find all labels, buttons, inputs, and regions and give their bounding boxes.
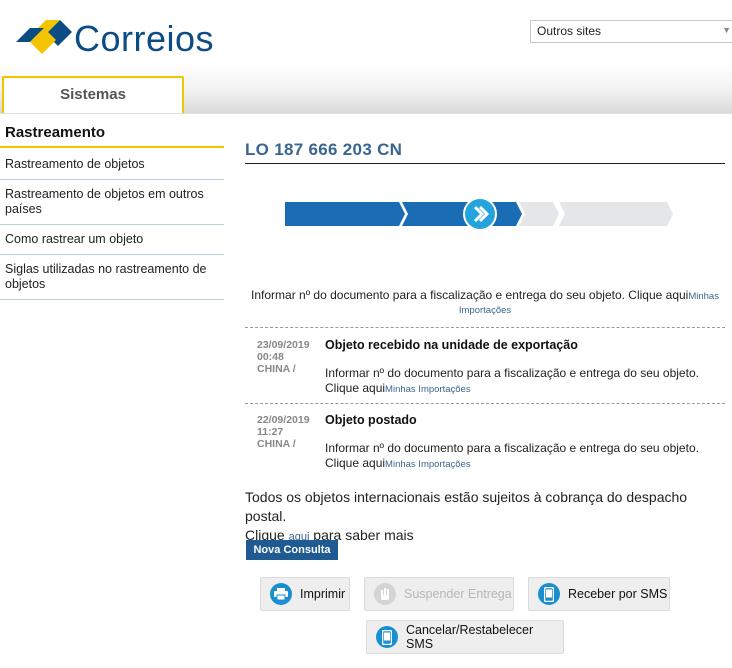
phone-icon xyxy=(376,626,398,648)
suspend-delivery-label: Suspender Entrega xyxy=(404,587,512,601)
customs-notice: Informar nº do documento para a fiscaliz… xyxy=(245,289,725,317)
tax-info-text: Todos os objetos internacionais estão su… xyxy=(245,489,688,524)
new-query-button[interactable]: Nova Consulta xyxy=(246,540,338,560)
tracking-code: LO 187 666 203 CN xyxy=(245,140,403,159)
event-desc-text: Informar nº do documento para a fiscaliz… xyxy=(325,441,699,455)
print-button[interactable]: Imprimir xyxy=(260,577,350,611)
sidebar-item-rastreamento-objetos[interactable]: Rastreamento de objetos xyxy=(0,150,224,180)
phone-icon xyxy=(538,583,560,605)
event-date: 23/09/2019 xyxy=(257,339,310,351)
sidebar-title: Rastreamento xyxy=(5,124,106,141)
cancel-sms-label: Cancelar/Restabelecer SMS xyxy=(406,623,534,651)
progress-step-3 xyxy=(519,202,559,226)
receive-sms-label: Receber por SMS xyxy=(568,587,668,601)
event-date: 22/09/2019 xyxy=(257,414,310,426)
tax-info: Todos os objetos internacionais estão su… xyxy=(245,488,725,547)
event-datetime: 23/09/2019 00:48 CHINA / xyxy=(257,339,310,375)
event-time: 11:27 xyxy=(257,426,284,438)
notice-text: Informar nº do documento para a fiscaliz… xyxy=(251,288,689,302)
current-step-icon xyxy=(463,197,497,231)
event-title: Objeto postado xyxy=(325,413,417,427)
logo-text: Correios xyxy=(74,18,215,59)
event-description: Informar nº do documento para a fiscaliz… xyxy=(325,366,725,397)
sidebar-item-rastreamento-outros-paises[interactable]: Rastreamento de objetos em outros países xyxy=(0,180,224,225)
divider xyxy=(245,403,725,404)
progress-step-2 xyxy=(402,202,522,226)
hand-icon xyxy=(374,583,396,605)
event-location: CHINA / xyxy=(257,363,296,375)
other-sites-value: Outros sites xyxy=(537,24,602,38)
other-sites-select[interactable]: Outros sites ▼ xyxy=(530,20,732,43)
sidebar-item-como-rastrear[interactable]: Como rastrear um objeto xyxy=(0,225,224,255)
cancel-sms-button[interactable]: Cancelar/Restabelecer SMS xyxy=(366,620,564,654)
sidebar-item-siglas[interactable]: Siglas utilizadas no rastreamento de obj… xyxy=(0,255,224,300)
minhas-importacoes-link[interactable]: Minhas Importações xyxy=(385,384,471,395)
print-label: Imprimir xyxy=(300,587,346,601)
sidebar-title-underline xyxy=(0,146,224,148)
event-click-text: Clique aqui xyxy=(325,456,386,470)
suspend-delivery-button[interactable]: Suspender Entrega xyxy=(364,577,514,611)
progress-tracker xyxy=(285,197,673,231)
receive-sms-button[interactable]: Receber por SMS xyxy=(528,577,670,611)
divider xyxy=(245,327,725,328)
sidebar-menu: Rastreamento de objetos Rastreamento de … xyxy=(0,150,224,300)
divider xyxy=(0,113,732,114)
chevron-down-icon: ▼ xyxy=(722,25,731,35)
progress-step-1 xyxy=(285,202,405,226)
event-datetime: 22/09/2019 11:27 CHINA / xyxy=(257,414,310,450)
correios-logo[interactable]: Correios xyxy=(16,12,216,59)
progress-step-4 xyxy=(559,202,673,226)
minhas-importacoes-link[interactable]: Minhas Importações xyxy=(385,459,471,470)
event-location: CHINA / xyxy=(257,438,296,450)
event-description: Informar nº do documento para a fiscaliz… xyxy=(325,441,725,472)
event-click-text: Clique aqui xyxy=(325,381,386,395)
event-desc-text: Informar nº do documento para a fiscaliz… xyxy=(325,366,699,380)
printer-icon xyxy=(270,583,292,605)
event-time: 00:48 xyxy=(257,351,284,363)
tab-sistemas[interactable]: Sistemas xyxy=(2,76,184,114)
divider xyxy=(245,163,725,164)
correios-logo-icon xyxy=(16,20,72,54)
event-title: Objeto recebido na unidade de exportação xyxy=(325,338,578,352)
